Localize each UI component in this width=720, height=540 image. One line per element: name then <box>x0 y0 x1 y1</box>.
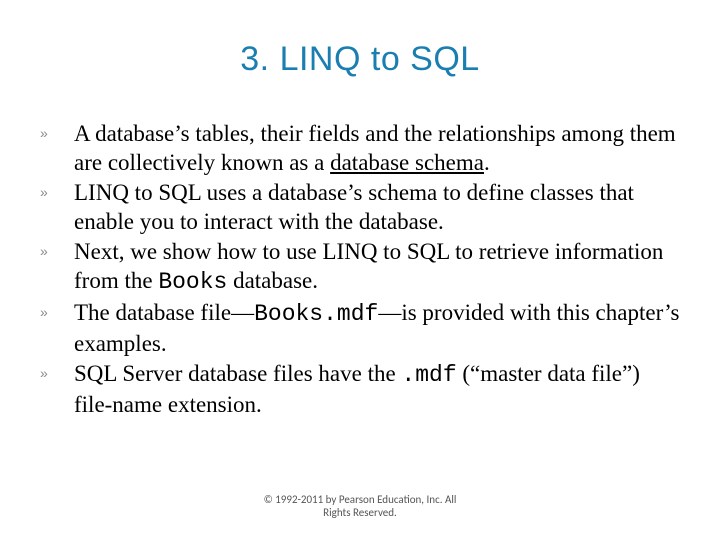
footer-line: Rights Reserved. <box>323 506 397 519</box>
bullet-item: » The database file—Books.mdf—is provide… <box>40 298 680 359</box>
bullet-text: The database file—Books.mdf—is provided … <box>74 298 680 359</box>
slide: 3. LINQ to SQL » A database’s tables, th… <box>0 0 720 540</box>
code-term: .mdf <box>401 362 456 388</box>
bullet-marker-icon: » <box>40 119 74 178</box>
text-segment: . <box>484 150 490 175</box>
bullet-text: LINQ to SQL uses a database’s schema to … <box>74 178 680 237</box>
bullet-marker-icon: » <box>40 359 74 420</box>
code-term: Books.mdf <box>254 301 378 327</box>
slide-title: 3. LINQ to SQL <box>40 40 680 79</box>
text-segment: database. <box>227 268 318 293</box>
slide-body: » A database’s tables, their fields and … <box>40 119 680 419</box>
bullet-item: » Next, we show how to use LINQ to SQL t… <box>40 237 680 298</box>
bullet-marker-icon: » <box>40 237 74 298</box>
bullet-marker-icon: » <box>40 298 74 359</box>
bullet-text: Next, we show how to use LINQ to SQL to … <box>74 237 680 298</box>
bullet-item: » LINQ to SQL uses a database’s schema t… <box>40 178 680 237</box>
footer-line: © 1992-2011 by Pearson Education, Inc. A… <box>264 493 457 506</box>
underlined-term: database schema <box>330 150 484 175</box>
bullet-text: A database’s tables, their fields and th… <box>74 119 680 178</box>
text-segment: SQL Server database files have the <box>74 361 401 386</box>
bullet-item: » SQL Server database files have the .md… <box>40 359 680 420</box>
copyright-footer: © 1992-2011 by Pearson Education, Inc. A… <box>0 493 720 521</box>
text-segment: The database file— <box>74 300 254 325</box>
bullet-text: SQL Server database files have the .mdf … <box>74 359 680 420</box>
bullet-marker-icon: » <box>40 178 74 237</box>
code-term: Books <box>158 269 227 295</box>
bullet-item: » A database’s tables, their fields and … <box>40 119 680 178</box>
